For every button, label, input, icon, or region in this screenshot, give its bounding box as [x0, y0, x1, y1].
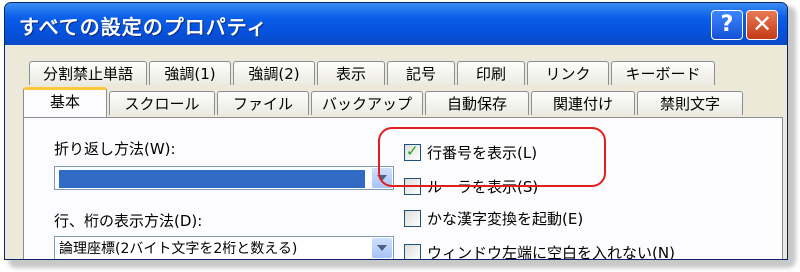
close-button[interactable]: ✕ — [746, 10, 778, 40]
start-ime-checkbox[interactable]: かな漢字変換を起動(E) — [404, 208, 583, 229]
start-ime-label: かな漢字変換を起動(E) — [427, 210, 584, 228]
tab-forbidden-chars[interactable]: 禁則文字 — [637, 91, 743, 115]
tab-row-upper: 分割禁止単語 強調(1) 強調(2) 表示 記号 印刷 リンク キーボード — [29, 61, 717, 87]
wrap-method-label: 折り返し方法(W): — [54, 140, 176, 158]
tab-print[interactable]: 印刷 — [457, 61, 525, 85]
tab-link[interactable]: リンク — [527, 61, 609, 85]
rowcol-display-select[interactable]: 論理座標(2バイト文字を2桁と数える) — [54, 236, 394, 259]
wrap-method-value — [59, 170, 365, 188]
tab-backup[interactable]: バックアップ — [311, 91, 423, 115]
tab-symbols[interactable]: 記号 — [387, 61, 455, 85]
tab-emphasis-1[interactable]: 強調(1) — [149, 61, 231, 85]
help-button[interactable]: ? — [711, 10, 743, 40]
dialog-title: すべての設定のプロパティ — [19, 15, 268, 39]
properties-dialog: すべての設定のプロパティ ? ✕ 分割禁止単語 強調(1) 強調(2) 表示 記… — [4, 2, 788, 260]
tab-display[interactable]: 表示 — [317, 61, 385, 85]
checkbox-icon[interactable] — [404, 244, 421, 259]
no-left-margin-checkbox[interactable]: ウィンドウ左端に空白を入れない(N) — [404, 242, 675, 260]
no-left-margin-label: ウィンドウ左端に空白を入れない(N) — [427, 244, 675, 260]
rowcol-display-label: 行、桁の表示方法(D): — [54, 212, 203, 230]
tab-association[interactable]: 関連付け — [531, 91, 635, 115]
checkbox-icon[interactable] — [404, 210, 421, 227]
tab-emphasis-2[interactable]: 強調(2) — [233, 61, 315, 85]
tab-word-wrap-exclusion[interactable]: 分割禁止単語 — [29, 61, 147, 85]
chevron-down-icon[interactable] — [372, 238, 392, 258]
tab-file[interactable]: ファイル — [217, 91, 309, 115]
tab-row-lower: 基本 スクロール ファイル バックアップ 自動保存 関連付け 禁則文字 — [23, 87, 745, 117]
rowcol-display-value: 論理座標(2バイト文字を2桁と数える) — [59, 241, 298, 257]
tab-basic[interactable]: 基本 — [23, 87, 107, 117]
red-highlight-annotation — [378, 127, 606, 187]
wrap-method-select[interactable] — [54, 166, 394, 190]
tab-keyboard[interactable]: キーボード — [611, 61, 715, 85]
tab-autosave[interactable]: 自動保存 — [425, 91, 529, 115]
title-bar[interactable]: すべての設定のプロパティ ? ✕ — [5, 3, 787, 45]
tab-scroll[interactable]: スクロール — [109, 91, 215, 115]
